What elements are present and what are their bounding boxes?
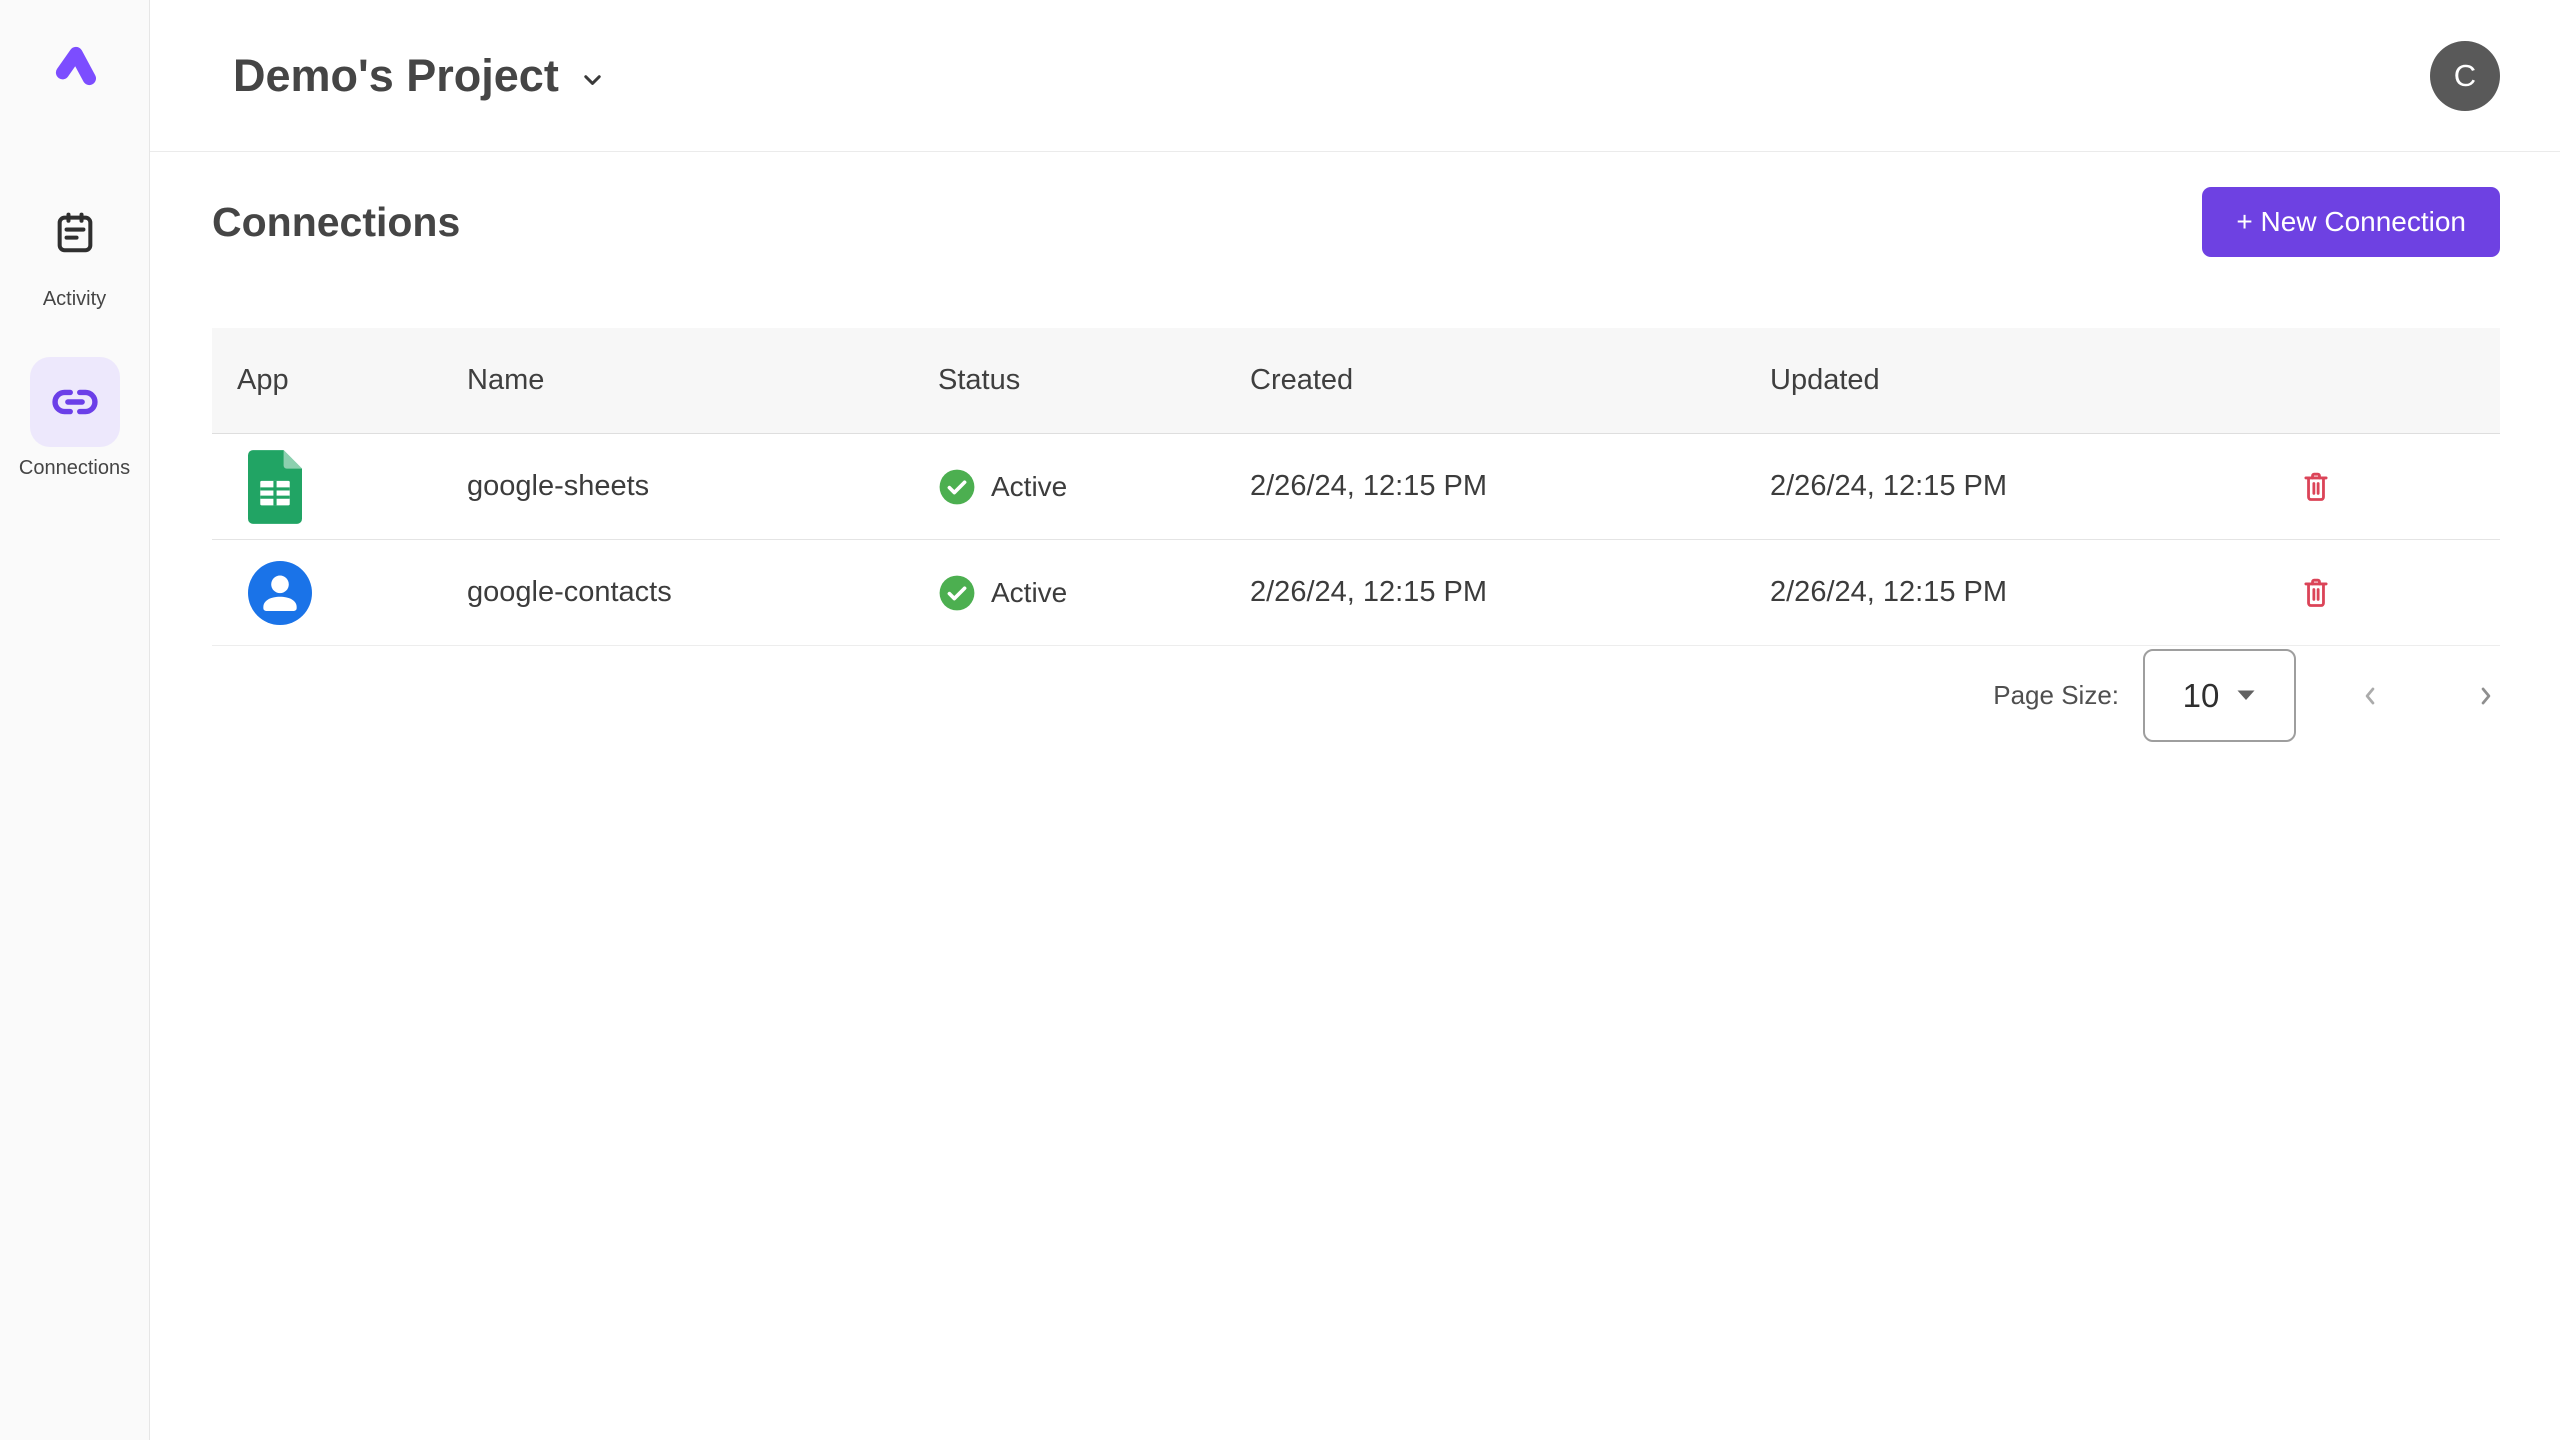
app-cell <box>212 450 442 524</box>
pagination: Page Size: 10 <box>212 648 2500 743</box>
connections-icon-box <box>30 357 120 447</box>
google-sheets-icon <box>248 450 302 524</box>
column-header-name: Name <box>442 364 913 397</box>
table-row[interactable]: google-contacts Active 2/26/24, 12:15 PM… <box>212 540 2500 646</box>
page-title: Connections <box>212 199 460 246</box>
chevron-down-icon <box>579 66 606 93</box>
column-header-status: Status <box>913 364 1225 397</box>
sidebar-item-connections[interactable]: Connections <box>0 357 149 480</box>
status-badge: Active <box>991 577 1067 609</box>
table-header-row: App Name Status Created Updated <box>212 328 2500 434</box>
trash-icon <box>2300 575 2332 611</box>
connection-name: google-sheets <box>442 470 913 503</box>
avatar-initial: C <box>2454 58 2476 94</box>
updated-cell: 2/26/24, 12:15 PM <box>1745 576 2265 609</box>
connections-table: App Name Status Created Updated <box>212 328 2500 646</box>
status-cell: Active <box>913 574 1225 612</box>
calendar-icon <box>52 210 98 256</box>
sidebar-nav: Activity Connections <box>0 188 149 480</box>
google-contacts-icon <box>248 561 312 625</box>
trash-icon <box>2300 469 2332 505</box>
chevron-right-icon <box>2472 682 2500 710</box>
project-name: Demo's Project <box>233 50 559 102</box>
project-switcher[interactable]: Demo's Project <box>233 50 606 102</box>
next-page-button[interactable] <box>2472 682 2500 710</box>
status-badge: Active <box>991 471 1067 503</box>
activity-icon-box <box>30 188 120 278</box>
page-size-select[interactable]: 10 <box>2143 649 2296 742</box>
check-circle-icon <box>938 574 976 612</box>
chevron-left-icon <box>2356 682 2384 710</box>
brand-logo-icon <box>52 44 98 86</box>
app-logo[interactable] <box>52 44 98 86</box>
delete-connection-button[interactable] <box>2300 575 2332 611</box>
new-connection-button[interactable]: + New Connection <box>2202 187 2500 257</box>
status-cell: Active <box>913 468 1225 506</box>
column-header-app: App <box>212 364 442 397</box>
avatar[interactable]: C <box>2430 41 2500 111</box>
caret-down-icon <box>2236 689 2256 702</box>
link-icon <box>49 376 101 428</box>
updated-cell: 2/26/24, 12:15 PM <box>1745 470 2265 503</box>
content: Connections + New Connection App Name St… <box>150 152 2560 1440</box>
sidebar-item-label: Activity <box>43 288 106 311</box>
app-cell <box>212 561 442 625</box>
page-size-value: 10 <box>2183 677 2220 715</box>
page-head: Connections + New Connection <box>212 186 2500 258</box>
page-size-label: Page Size: <box>1993 680 2119 711</box>
connection-name: google-contacts <box>442 576 913 609</box>
previous-page-button[interactable] <box>2356 682 2384 710</box>
sidebar-item-activity[interactable]: Activity <box>0 188 149 311</box>
sidebar: Activity Connections <box>0 0 150 1440</box>
actions-cell <box>2265 575 2500 611</box>
topbar: Demo's Project C <box>150 0 2560 152</box>
app-root: Activity Connections Demo's Project <box>0 0 2560 1440</box>
column-header-updated: Updated <box>1745 364 2265 397</box>
delete-connection-button[interactable] <box>2300 469 2332 505</box>
check-circle-icon <box>938 468 976 506</box>
sidebar-item-label: Connections <box>19 457 130 480</box>
created-cell: 2/26/24, 12:15 PM <box>1225 576 1745 609</box>
column-header-created: Created <box>1225 364 1745 397</box>
main-column: Demo's Project C Connections + New Conne… <box>150 0 2560 1440</box>
actions-cell <box>2265 469 2500 505</box>
table-row[interactable]: google-sheets Active 2/26/24, 12:15 PM 2… <box>212 434 2500 540</box>
created-cell: 2/26/24, 12:15 PM <box>1225 470 1745 503</box>
